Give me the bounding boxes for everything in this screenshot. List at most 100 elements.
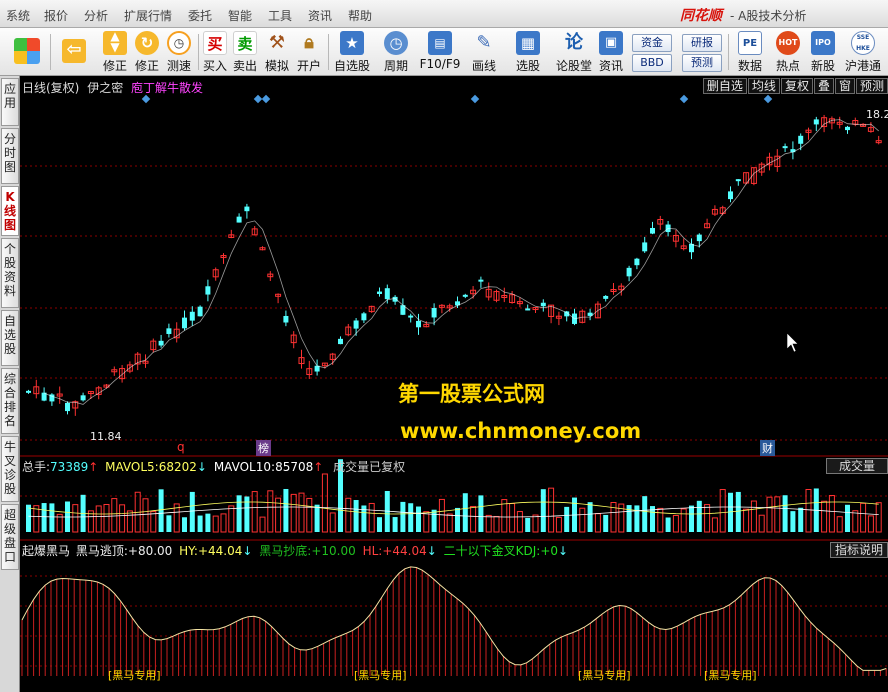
ma-line [43, 119, 879, 405]
forecast-toggle-button[interactable]: 预测 [855, 78, 888, 94]
screen-icon: ▦ [516, 31, 540, 55]
hk-connect-button[interactable]: SSE HKE 沪港通 [842, 30, 884, 74]
bbd-button[interactable]: BBD [632, 54, 672, 72]
hot-button[interactable]: HOT 热点 [772, 30, 804, 74]
tab-super-panel[interactable]: 超级盘口 [1, 504, 19, 570]
volume-bar [41, 503, 47, 532]
volume-bar [525, 517, 531, 532]
data-button[interactable]: PE 数据 [734, 30, 766, 74]
menu-system[interactable]: 系统 [6, 7, 30, 24]
concept-label[interactable]: 庖丁解牛散发 [131, 81, 203, 95]
research-button[interactable]: 研报 [682, 34, 722, 52]
menu-quote[interactable]: 报价 [44, 7, 68, 24]
volume-bar [657, 507, 664, 533]
news-button[interactable]: ▣ 资讯 [596, 30, 626, 74]
volume-bar [431, 509, 437, 532]
overlay-button[interactable]: 叠 [813, 78, 834, 94]
refresh-label: 修正 [134, 59, 159, 73]
watermark-url: www.chnmoney.com [400, 419, 642, 443]
chart-area[interactable]: 日线(复权) 伊之密 庖丁解牛散发 删自选 均线 复权叠窗预测 18.2 11.84… [20, 76, 888, 692]
ma-button[interactable]: 均线 [747, 78, 780, 94]
total-hands-label: 总手: [22, 460, 51, 474]
tab-apps[interactable]: 应用 [1, 78, 19, 126]
volume-panel-label[interactable]: 成交量 [825, 458, 888, 474]
candle-body [392, 296, 398, 302]
indicator-help-button[interactable]: 指标说明 [829, 542, 888, 558]
period-label: 周期 [383, 59, 408, 73]
total-hands-value: 73389 [50, 460, 89, 474]
volume-bar [103, 503, 110, 533]
sell-icon: 卖 [233, 31, 257, 55]
back-arrow-icon: ⇦ [62, 39, 86, 63]
up-down-arrows-icon: ▲ ▼ [103, 30, 127, 55]
marker-q[interactable]: q [177, 440, 185, 454]
volume-bar [205, 513, 211, 532]
volume-bar [251, 491, 258, 533]
candle-body [408, 315, 414, 318]
forum-button[interactable]: 论 论股堂 [554, 30, 594, 74]
volume-bar [306, 497, 313, 533]
candle-body [361, 313, 367, 321]
tab-diagnosis[interactable]: 牛叉诊股 [1, 436, 19, 502]
refresh-button[interactable]: ↻ 修正 [132, 30, 162, 74]
menu-bar: 系统 报价 分析 扩展行情 委托 智能 工具 资讯 帮助 同花顺 - A股技术分… [0, 0, 888, 28]
volume-bar [790, 511, 796, 532]
menu-smart[interactable]: 智能 [228, 7, 252, 24]
candle-body [416, 320, 421, 328]
tab-stock-profile[interactable]: 个股资料 [1, 238, 19, 308]
period-button[interactable]: ◷ 周期 [378, 30, 414, 74]
updown-button[interactable]: ▲ ▼ 修正 [100, 30, 130, 74]
volume-bar [478, 495, 484, 532]
tab-watchlist[interactable]: 自选股 [1, 310, 19, 366]
buy-button[interactable]: 买 买入 [202, 30, 228, 74]
tab-ranking[interactable]: 综合排名 [1, 368, 19, 434]
ipo-button[interactable]: IPO 新股 [808, 30, 838, 74]
speedtest-button[interactable]: ◷ 测速 [164, 30, 194, 74]
candle-body [236, 216, 242, 223]
volume-bar [836, 516, 843, 533]
menu-extended-quotes[interactable]: 扩展行情 [124, 7, 172, 24]
back-button[interactable]: ⇦ [58, 30, 90, 74]
sell-button[interactable]: 卖 卖出 [232, 30, 258, 74]
menu-trade[interactable]: 委托 [188, 7, 212, 24]
forecast-button[interactable]: 预测 [682, 54, 722, 72]
candle-body [189, 311, 195, 321]
candle-body [283, 315, 289, 323]
marker-finance[interactable]: 财 [760, 440, 775, 456]
stock-screen-button[interactable]: ▦ 选股 [510, 30, 546, 74]
tab-kline[interactable]: K线图 [1, 186, 19, 236]
watchlist-button[interactable]: ★ 自选股 [332, 30, 372, 74]
simulate-button[interactable]: ⚒ 模拟 [264, 30, 290, 74]
fund-button[interactable]: 资金 [632, 34, 672, 52]
remove-watchlist-button[interactable]: 删自选 [702, 78, 747, 94]
volume-bar [743, 508, 750, 533]
info-icon: ▣ [599, 31, 623, 55]
stock-name: 伊之密 [87, 81, 124, 95]
tab-intraday[interactable]: 分时图 [1, 128, 19, 184]
volume-bar [540, 489, 546, 532]
volume-bar [26, 504, 31, 532]
open-account-button[interactable]: 🔒︎ 开户 [296, 30, 322, 74]
volume-bar [509, 503, 516, 533]
f10-button[interactable]: ▤ F10/F9 [418, 30, 462, 74]
volume-bar [689, 505, 694, 532]
menu-tools[interactable]: 工具 [268, 7, 292, 24]
menu-help[interactable]: 帮助 [348, 7, 372, 24]
candle-body [478, 279, 484, 282]
window-button[interactable]: 窗 [834, 78, 855, 94]
pe-icon: PE [738, 31, 762, 55]
indicator-name: 起爆黑马 [22, 544, 71, 558]
menu-news[interactable]: 资讯 [308, 7, 332, 24]
draw-line-button[interactable]: ✎ 画线 [466, 30, 502, 74]
candle-body [626, 267, 632, 277]
menu-analysis[interactable]: 分析 [84, 7, 108, 24]
adjust-button[interactable]: 复权 [780, 78, 813, 94]
candle-body [603, 295, 609, 299]
refresh-circle-icon: ↻ [135, 31, 159, 55]
volume-bar [446, 513, 453, 533]
marker-ranking[interactable]: 榜 [256, 440, 271, 456]
volume-bar [416, 506, 421, 532]
up-arrow-icon: ↑ [88, 460, 99, 474]
kdj-cross-value: +0 [540, 544, 559, 558]
windows-layout-button[interactable] [10, 30, 44, 74]
